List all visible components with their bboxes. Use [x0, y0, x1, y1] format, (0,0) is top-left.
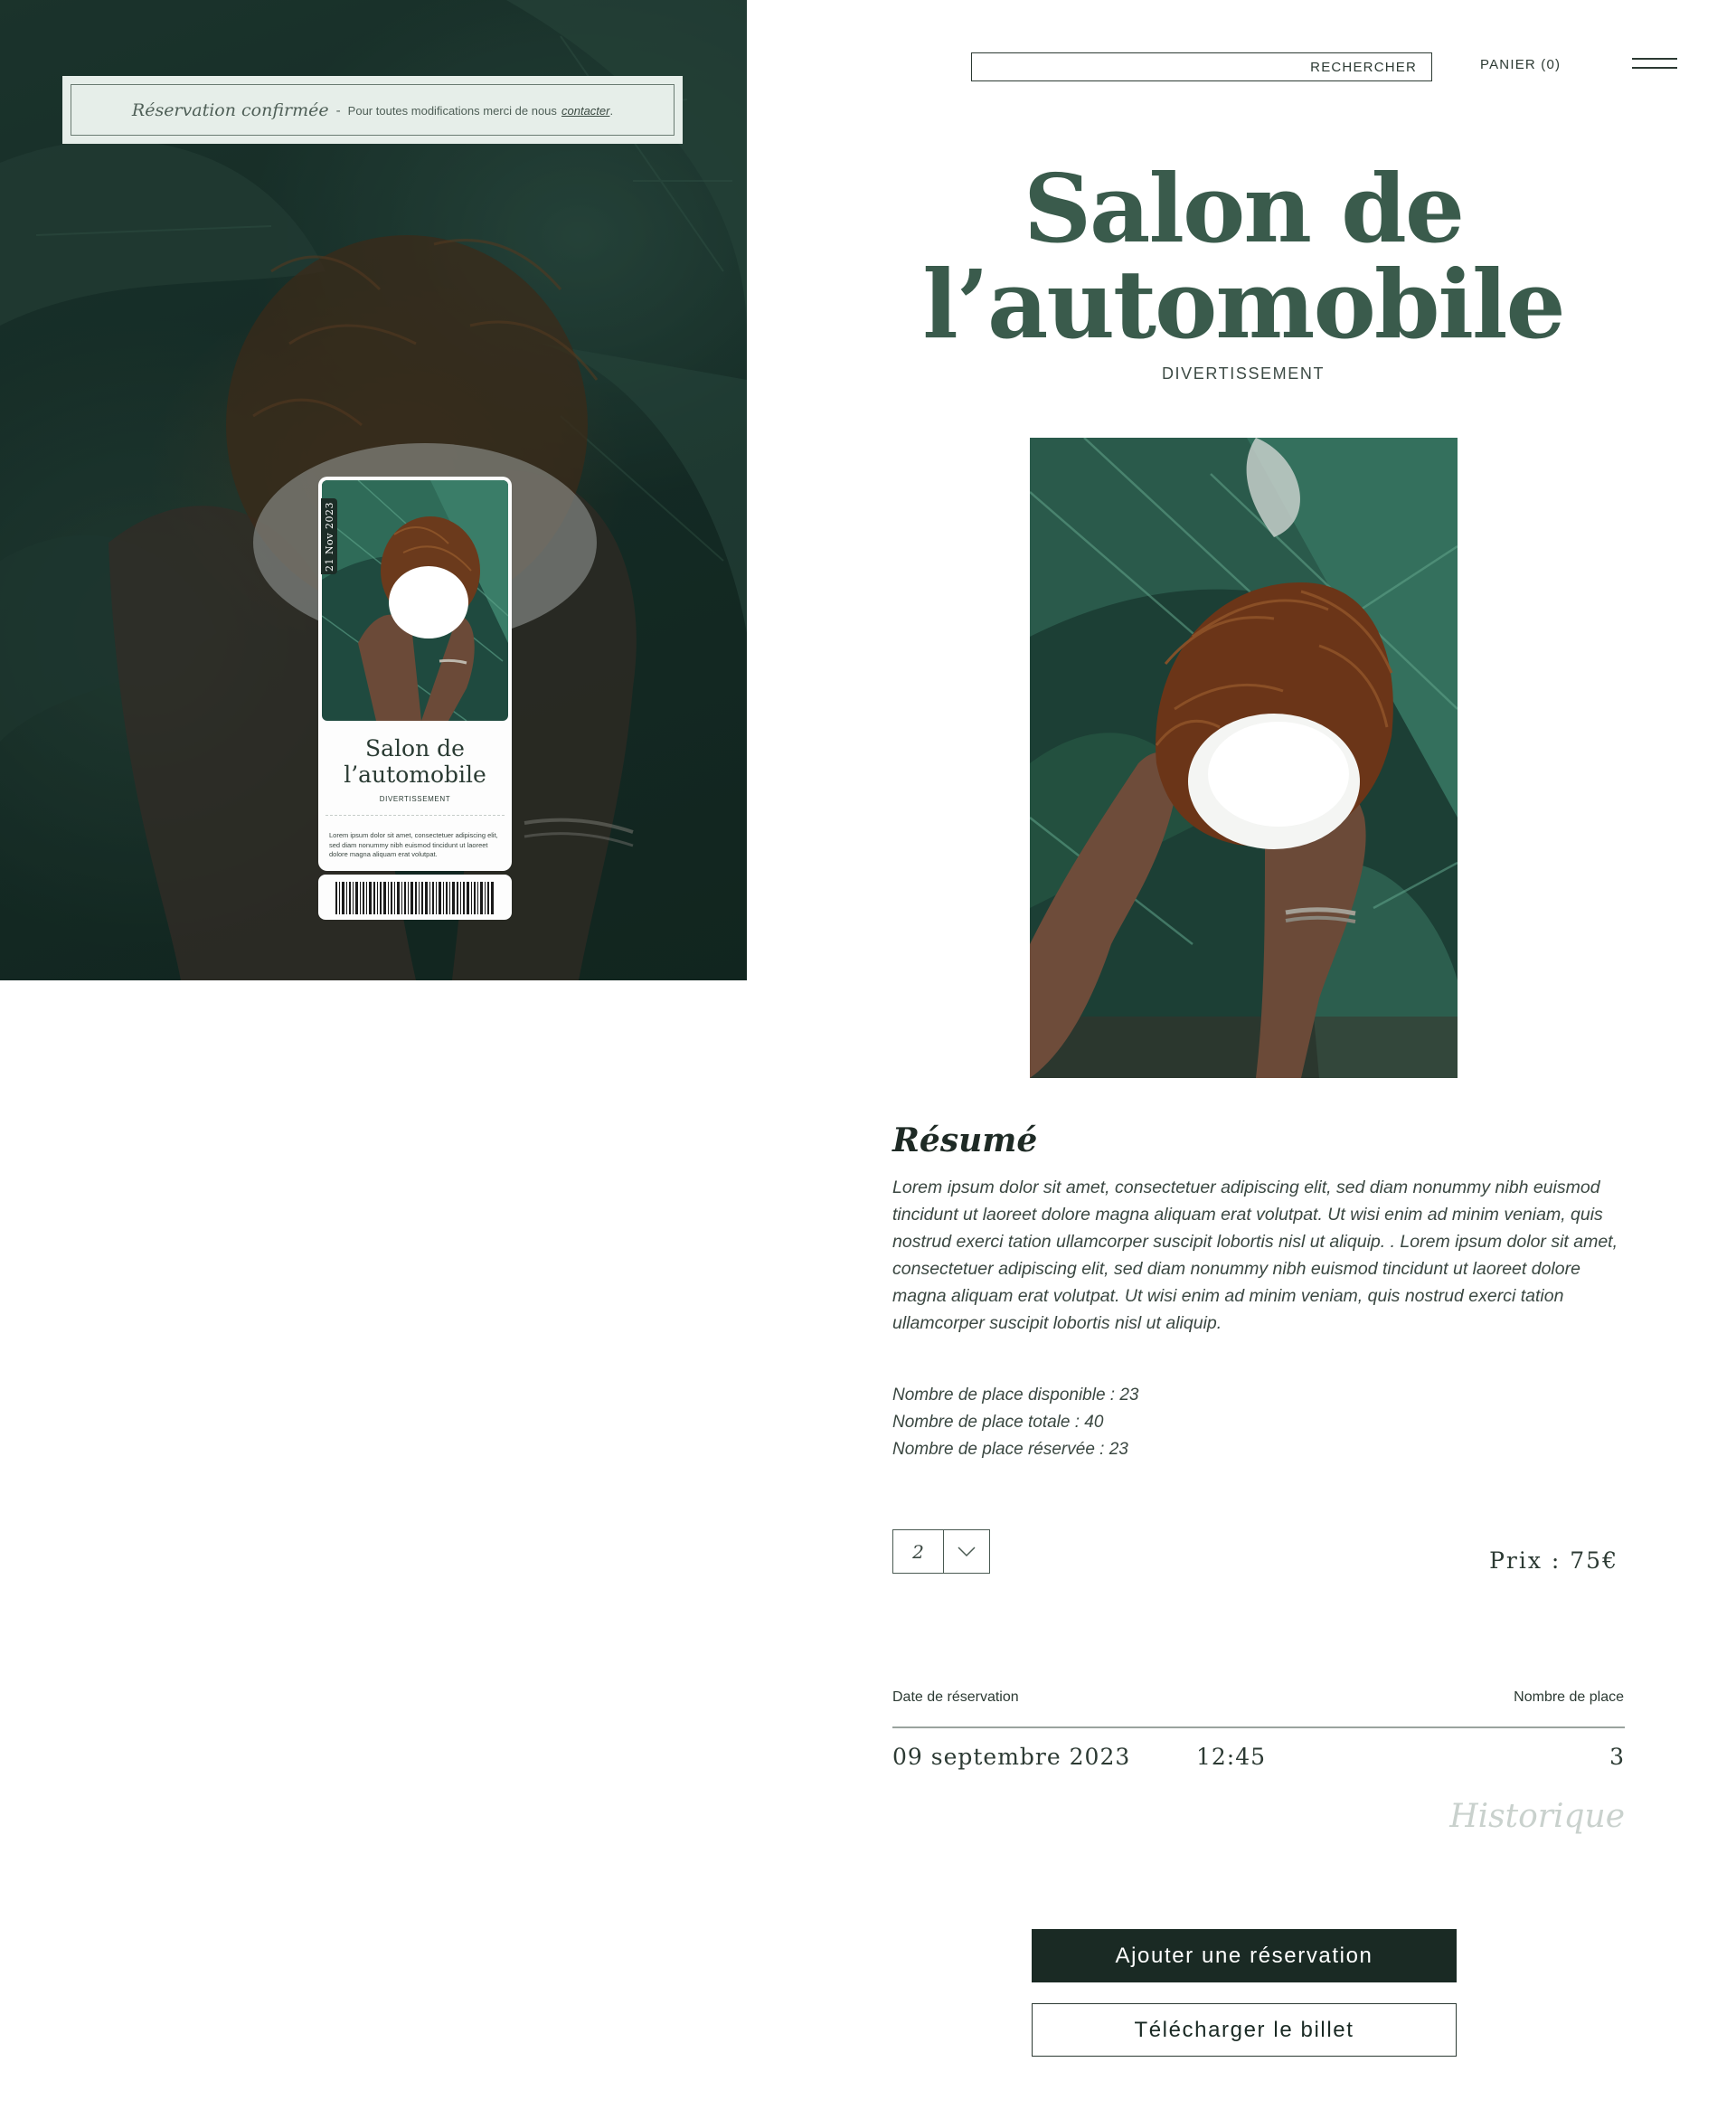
quantity-select[interactable]: 2	[892, 1529, 990, 1574]
ticket-body: 21 Nov 2023 Salon de l’automobile DIVERT…	[318, 477, 512, 871]
confirmation-title: Réservation confirmée	[131, 99, 329, 120]
ticket-preview: 21 Nov 2023 Salon de l’automobile DIVERT…	[318, 477, 512, 920]
summary-text: Lorem ipsum dolor sit amet, consectetuer…	[892, 1178, 1618, 1333]
confirmation-period: .	[609, 104, 614, 118]
confirmation-banner-frame: Réservation confirmée - Pour toutes modi…	[71, 84, 675, 136]
chevron-down-icon[interactable]	[944, 1530, 989, 1573]
places-info: Nombre de place disponible : 23 Nombre d…	[892, 1382, 1139, 1463]
search-label: RECHERCHER	[1310, 59, 1417, 75]
column-header-places: Nombre de place	[1514, 1689, 1624, 1705]
ticket-divider	[326, 815, 505, 816]
page-title: Salon de l’automobile	[904, 161, 1582, 353]
quantity-value: 2	[893, 1530, 944, 1573]
history-link[interactable]: Historique	[1410, 1798, 1625, 1835]
ticket-title-line2: l’automobile	[344, 762, 486, 788]
ticket-title: Salon de l’automobile	[318, 735, 512, 788]
cart-link[interactable]: PANIER (0)	[1480, 57, 1561, 72]
event-photo	[1030, 438, 1458, 1078]
ticket-title-line1: Salon de	[365, 735, 465, 762]
price-label: Prix	[1489, 1547, 1543, 1574]
add-reservation-button[interactable]: Ajouter une réservation	[1032, 1929, 1457, 1982]
ticket-photo	[322, 480, 508, 721]
hamburger-icon[interactable]	[1632, 58, 1677, 74]
confirmation-separator: -	[335, 101, 341, 118]
places-total: Nombre de place totale : 40	[892, 1413, 1104, 1432]
summary-heading: Résumé	[892, 1121, 1038, 1159]
price-separator: :	[1551, 1547, 1561, 1574]
page-title-line2: l’automobile	[922, 249, 1565, 360]
search-input[interactable]: RECHERCHER	[971, 52, 1432, 81]
places-reserved: Nombre de place réservée : 23	[892, 1440, 1128, 1459]
hero-panel: Réservation confirmée - Pour toutes modi…	[0, 0, 747, 980]
ticket-description: Lorem ipsum dolor sit amet, consectetuer…	[329, 831, 498, 858]
table-divider	[892, 1726, 1625, 1728]
places-available: Nombre de place disponible : 23	[892, 1386, 1139, 1405]
price: Prix : 75€	[1465, 1547, 1618, 1574]
reservation-date: 09 septembre 2023	[892, 1744, 1131, 1770]
reservation-time: 12:45	[1196, 1744, 1267, 1770]
download-ticket-button[interactable]: Télécharger le billet	[1032, 2003, 1457, 2057]
page-title-line1: Salon de	[1023, 153, 1465, 264]
confirmation-banner: Réservation confirmée - Pour toutes modi…	[62, 76, 683, 144]
price-value: 75€	[1570, 1547, 1618, 1574]
confirmation-text: Pour toutes modifications merci de nous	[347, 104, 557, 118]
ticket-date-tab: 21 Nov 2023	[321, 498, 337, 574]
ticket-date: 21 Nov 2023	[323, 501, 335, 572]
ticket-category: DIVERTISSEMENT	[379, 795, 451, 803]
column-header-date: Date de réservation	[892, 1689, 1019, 1705]
event-category: DIVERTISSEMENT	[1161, 364, 1326, 383]
reservation-places: 3	[1609, 1744, 1624, 1770]
barcode-icon	[335, 882, 494, 914]
contact-link[interactable]: contacter	[561, 104, 609, 118]
ticket-stub	[318, 875, 512, 920]
